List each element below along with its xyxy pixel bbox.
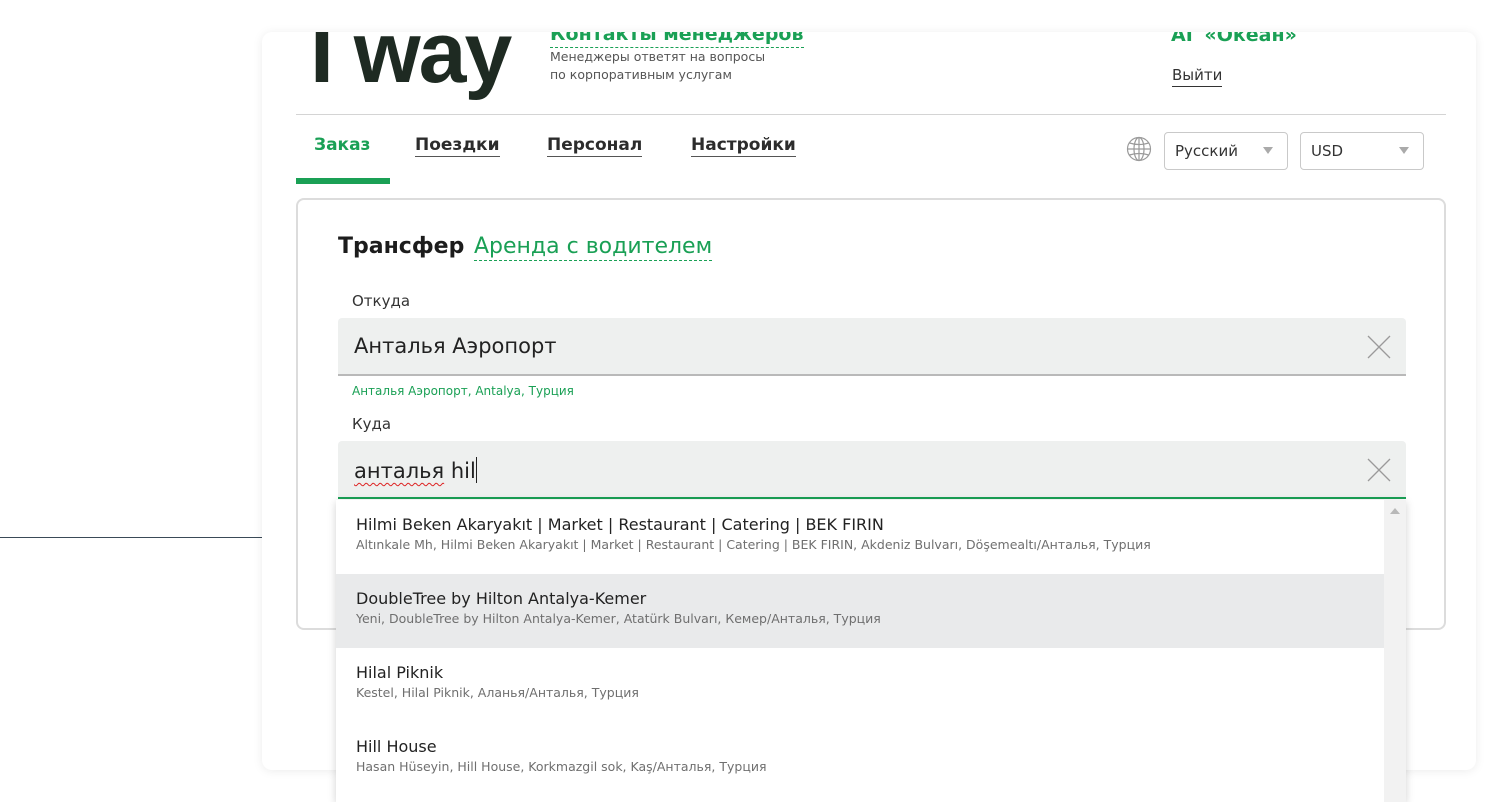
to-input[interactable]: анталья hil — [338, 441, 1406, 499]
tab-settings[interactable]: Настройки — [691, 134, 796, 158]
manager-contacts-link[interactable]: Контакты менеджеров — [550, 32, 804, 48]
suggestion-address: Altınkale Mh, Hilmi Beken Akaryakıt | Ma… — [356, 537, 1151, 552]
active-tab-indicator — [296, 178, 390, 184]
suggestion-item[interactable]: Hill House Hasan Hüseyin, Hill House, Ko… — [336, 722, 1384, 796]
to-input-value-word: анталья — [354, 459, 445, 483]
language-select[interactable]: Русский — [1164, 132, 1288, 170]
chevron-down-icon — [1399, 147, 1409, 154]
brand-logo[interactable]: I way — [310, 32, 512, 96]
suggestion-address: Hasan Hüseyin, Hill House, Korkmazgil so… — [356, 759, 767, 774]
service-type-transfer[interactable]: Трансфер — [338, 234, 464, 259]
manager-contacts-description: Менеджеры ответят на вопросы по корпорат… — [550, 48, 810, 83]
chevron-down-icon — [1263, 147, 1273, 154]
contacts-desc-line: Менеджеры ответят на вопросы — [550, 49, 766, 64]
currency-select-value: USD — [1311, 142, 1344, 160]
from-input-value: Анталья Аэропорт — [354, 334, 557, 358]
logout-link[interactable]: Выйти — [1172, 66, 1223, 87]
dropdown-scrollbar[interactable] — [1384, 500, 1406, 802]
tab-staff[interactable]: Персонал — [547, 134, 643, 158]
suggestion-item[interactable]: Hilal Piknik Kestel, Hilal Piknik, Алань… — [336, 648, 1384, 722]
tab-order[interactable]: Заказ — [314, 134, 370, 156]
tab-trips[interactable]: Поездки — [415, 134, 500, 158]
header-divider — [296, 114, 1446, 115]
suggestion-name: DoubleTree by Hilton Antalya-Kemer — [356, 589, 647, 608]
from-hint: Анталья Аэропорт, Antalya, Турция — [352, 384, 574, 398]
suggestion-item[interactable]: DoubleTree by Hilton Antalya-Kemer Yeni,… — [336, 574, 1384, 648]
to-input-value-rest: hil — [444, 459, 476, 483]
to-label: Куда — [352, 415, 392, 433]
from-label: Откуда — [352, 292, 411, 310]
contacts-desc-line: по корпоративным услугам — [550, 66, 732, 82]
clear-from-icon[interactable] — [1366, 334, 1392, 360]
globe-icon — [1126, 136, 1152, 162]
suggestion-name: Hilmi Beken Akaryakıt | Market | Restaur… — [356, 515, 884, 534]
language-select-value: Русский — [1175, 142, 1238, 160]
currency-select[interactable]: USD — [1300, 132, 1424, 170]
destination-suggestions-dropdown: Hilmi Beken Akaryakıt | Market | Restaur… — [336, 500, 1406, 802]
scroll-up-icon[interactable] — [1390, 508, 1400, 514]
suggestion-name: Hill House — [356, 737, 437, 756]
suggestion-item[interactable]: Hilmi Beken Akaryakıt | Market | Restaur… — [336, 500, 1384, 574]
from-input[interactable]: Анталья Аэропорт — [338, 318, 1406, 376]
suggestion-name: Hilal Piknik — [356, 663, 444, 682]
suggestion-address: Kestel, Hilal Piknik, Аланья/Анталья, Ту… — [356, 685, 639, 700]
scrollbar-thumb[interactable] — [1388, 522, 1402, 762]
suggestion-address: Yeni, DoubleTree by Hilton Antalya-Kemer… — [356, 611, 881, 626]
service-type-rent-with-driver[interactable]: Аренда с водителем — [474, 234, 713, 262]
company-name: АГ «Океан» — [1171, 32, 1297, 46]
clear-to-icon[interactable] — [1366, 457, 1392, 483]
text-cursor — [475, 457, 477, 483]
